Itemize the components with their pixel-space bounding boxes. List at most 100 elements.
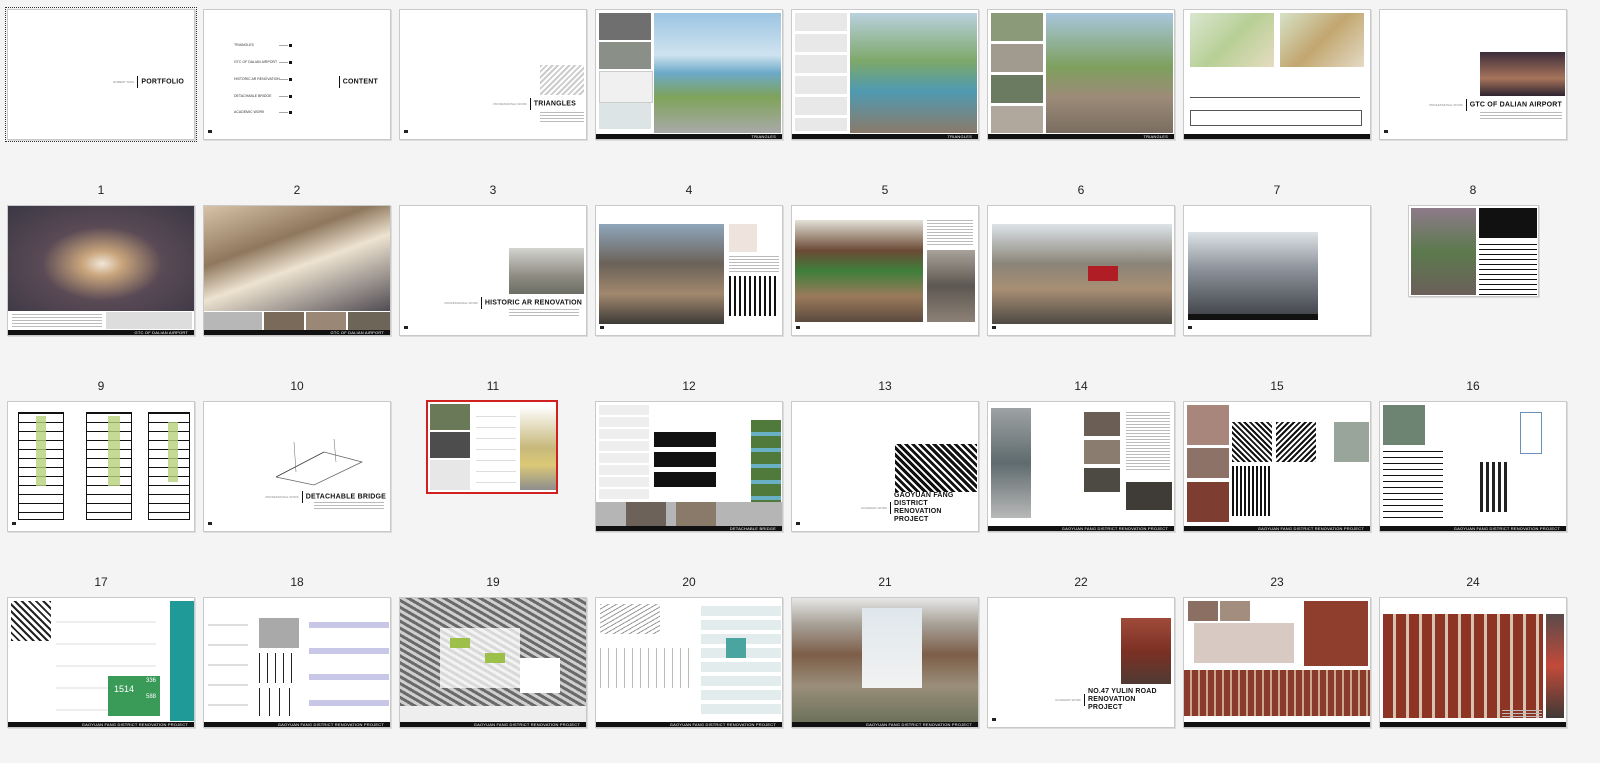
slide-thumbnail-27[interactable]: GAOYUAN FANG DISTRICT RENOVATION PROJECT [399, 597, 587, 728]
slide-title-text: NO.47 YULIN ROAD RENOVATION PROJECT [1088, 688, 1157, 711]
slide-number: 15 [1270, 379, 1284, 393]
slide-thumbnail-9[interactable]: GTC OF DALIAN AIRPORT [7, 205, 195, 336]
slide-thumbnail-19[interactable] [426, 400, 558, 494]
slide-footer-label: GAOYUAN FANG DISTRICT RENOVATION PROJECT [1257, 526, 1364, 531]
slide-number: 23 [1270, 575, 1284, 589]
slide-thumbnail-22[interactable]: GAOYUAN FANG DISTRICT RENOVATION PROJECT [987, 401, 1175, 532]
slide-thumbnail-3[interactable]: PROFESSIONAL WORK TRIANGLES [399, 9, 587, 140]
slide-footer-label: GAOYUAN FANG DISTRICT RENOVATION PROJECT [865, 722, 972, 727]
slide-thumbnail-10[interactable]: GTC OF DALIAN AIRPORT [203, 205, 391, 336]
slide-thumbnail-17[interactable] [7, 401, 195, 532]
slide-subtitle: ACADEMIC WORK [1054, 698, 1081, 702]
slide-number: 6 [1077, 183, 1085, 197]
slide-footer-label: GTC OF DALIAN AIRPORT [330, 330, 384, 335]
slide-number: 3 [489, 183, 497, 197]
toc-item: HISTORIC AR RENOVATION [234, 77, 280, 81]
slide-thumbnail-13[interactable] [791, 205, 979, 336]
slide-footer-label: TRIANGLES [1143, 134, 1168, 139]
slide-title: ACADEMIC WORK NO.47 YULIN ROAD RENOVATION… [1055, 688, 1170, 712]
slide-title: ROBERT TANG PORTFOLIO [113, 73, 184, 91]
toc-item: DETACHABLE BRIDGE [234, 94, 272, 98]
slide-title-text: CONTENT [342, 78, 378, 86]
slide-thumbnail-30[interactable]: ACADEMIC WORK NO.47 YULIN ROAD RENOVATION… [987, 597, 1175, 728]
slide-subtitle: PROFESSIONAL WORK [444, 300, 478, 305]
slide-footer-label: TRIANGLES [947, 134, 972, 139]
slide-thumbnail-25[interactable]: 1514 336 588 GAOYUAN FANG DISTRICT RENOV… [7, 597, 195, 728]
slide-thumbnail-15[interactable] [1183, 205, 1371, 336]
slide-thumbnail-4[interactable]: TRIANGLES [595, 9, 783, 140]
slide-thumbnail-6[interactable]: TRIANGLES [987, 9, 1175, 140]
toc-item: GTC OF DALIAN AIRPORT [234, 60, 278, 64]
slide-subtitle: PROFESSIONAL WORK [493, 101, 527, 106]
slide-number: 1 [97, 183, 105, 197]
slide-number: 22 [1074, 575, 1088, 589]
slide-number: 16 [1466, 379, 1480, 393]
slide-footer-label: GAOYUAN FANG DISTRICT RENOVATION PROJECT [277, 722, 384, 727]
slide-footer-label: GAOYUAN FANG DISTRICT RENOVATION PROJECT [669, 722, 776, 727]
slide-thumbnail-1[interactable]: ROBERT TANG PORTFOLIO [5, 7, 197, 142]
slide-number: 20 [682, 575, 696, 589]
slide-number: 9 [97, 379, 105, 393]
slide-thumbnail-14[interactable] [987, 205, 1175, 336]
slide-thumbnail-31[interactable] [1183, 597, 1371, 728]
slide-thumbnail-28[interactable]: GAOYUAN FANG DISTRICT RENOVATION PROJECT [595, 597, 783, 728]
slide-subtitle: ROBERT TANG [113, 79, 135, 84]
slide-footer-label: GTC OF DALIAN AIRPORT [134, 330, 188, 335]
slide-thumbnail-8[interactable]: PROFESSIONAL WORK GTC OF DALIAN AIRPORT [1379, 9, 1567, 140]
slide-title-text: GAOYUAN FANG DISTRICT RENOVATION PROJECT [894, 492, 954, 523]
slide-title-text: GTC OF DALIAN AIRPORT [1469, 101, 1562, 109]
slide-footer-label: GAOYUAN FANG DISTRICT RENOVATION PROJECT [1453, 526, 1560, 531]
slide-title: ACADEMIC WORK GAOYUAN FANG DISTRICT RENOV… [861, 492, 974, 524]
area-value: 336 [146, 678, 157, 684]
slide-thumbnail-7[interactable] [1183, 9, 1371, 140]
slide-number: 12 [682, 379, 696, 393]
slide-sorter-pane: ROBERT TANG PORTFOLIO TRIANGLES GTC OF DA… [0, 0, 1600, 763]
bridge-drawing [275, 438, 364, 486]
toc-item: TRIANGLES [234, 43, 254, 47]
slide-thumbnail-16[interactable] [1408, 205, 1539, 297]
slide-number: 10 [290, 379, 304, 393]
slide-footer-label: GAOYUAN FANG DISTRICT RENOVATION PROJECT [81, 722, 188, 727]
slide-thumbnail-29[interactable]: GAOYUAN FANG DISTRICT RENOVATION PROJECT [791, 597, 979, 728]
slide-title-text: DETACHABLE BRIDGE [305, 493, 386, 501]
slide-footer-label: GAOYUAN FANG DISTRICT RENOVATION PROJECT [473, 722, 580, 727]
slide-subtitle: ACADEMIC WORK [860, 506, 887, 510]
slide-number: 24 [1466, 575, 1480, 589]
slide-number: 5 [881, 183, 889, 197]
slide-footer-label: GAOYUAN FANG DISTRICT RENOVATION PROJECT [1061, 526, 1168, 531]
slide-number: 18 [290, 575, 304, 589]
slide-footer-label: DETACHABLE BRIDGE [729, 526, 776, 531]
slide-thumbnail-5[interactable]: TRIANGLES [791, 9, 979, 140]
slide-number: 13 [878, 379, 892, 393]
slide-subtitle: PROFESSIONAL WORK [1429, 102, 1463, 107]
area-value: 588 [146, 694, 157, 700]
slide-number: 4 [685, 183, 693, 197]
area-value: 1514 [114, 684, 135, 694]
slide-thumbnail-2[interactable]: TRIANGLES GTC OF DALIAN AIRPORT HISTORIC… [203, 9, 391, 140]
slide-thumbnail-12[interactable] [595, 205, 783, 336]
toc-item: ACADEMIC WORK [234, 110, 265, 114]
slide-title-text: PORTFOLIO [141, 78, 184, 86]
slide-thumbnail-26[interactable]: GAOYUAN FANG DISTRICT RENOVATION PROJECT [203, 597, 391, 728]
slide-thumbnail-18[interactable]: PROFESSIONAL WORK DETACHABLE BRIDGE [203, 401, 391, 532]
slide-footer-label: TRIANGLES [751, 134, 776, 139]
slide-number: 7 [1273, 183, 1281, 197]
slide-title-text: TRIANGLES [533, 100, 576, 108]
slide-title: PROFESSIONAL WORK TRIANGLES [493, 95, 576, 113]
slide-number: 17 [94, 575, 108, 589]
slide-title-text: HISTORIC AR RENOVATION [484, 299, 582, 307]
slide-number: 21 [878, 575, 892, 589]
slide-title: CONTENT [338, 73, 378, 91]
slide-number: 11 [486, 379, 500, 393]
slide-thumbnail-21[interactable]: ACADEMIC WORK GAOYUAN FANG DISTRICT RENOV… [791, 401, 979, 532]
slide-thumbnail-11[interactable]: PROFESSIONAL WORK HISTORIC AR RENOVATION [399, 205, 587, 336]
slide-number: 19 [486, 575, 500, 589]
slide-subtitle: PROFESSIONAL WORK [265, 494, 299, 499]
slide-thumbnail-24[interactable]: GAOYUAN FANG DISTRICT RENOVATION PROJECT [1379, 401, 1567, 532]
slide-thumbnail-23[interactable]: GAOYUAN FANG DISTRICT RENOVATION PROJECT [1183, 401, 1371, 532]
slide-thumbnail-20[interactable]: DETACHABLE BRIDGE [595, 401, 783, 532]
slide-number: 2 [293, 183, 301, 197]
slide-thumbnail-32[interactable] [1379, 597, 1567, 728]
slide-number: 14 [1074, 379, 1088, 393]
slide-number: 8 [1469, 183, 1477, 197]
